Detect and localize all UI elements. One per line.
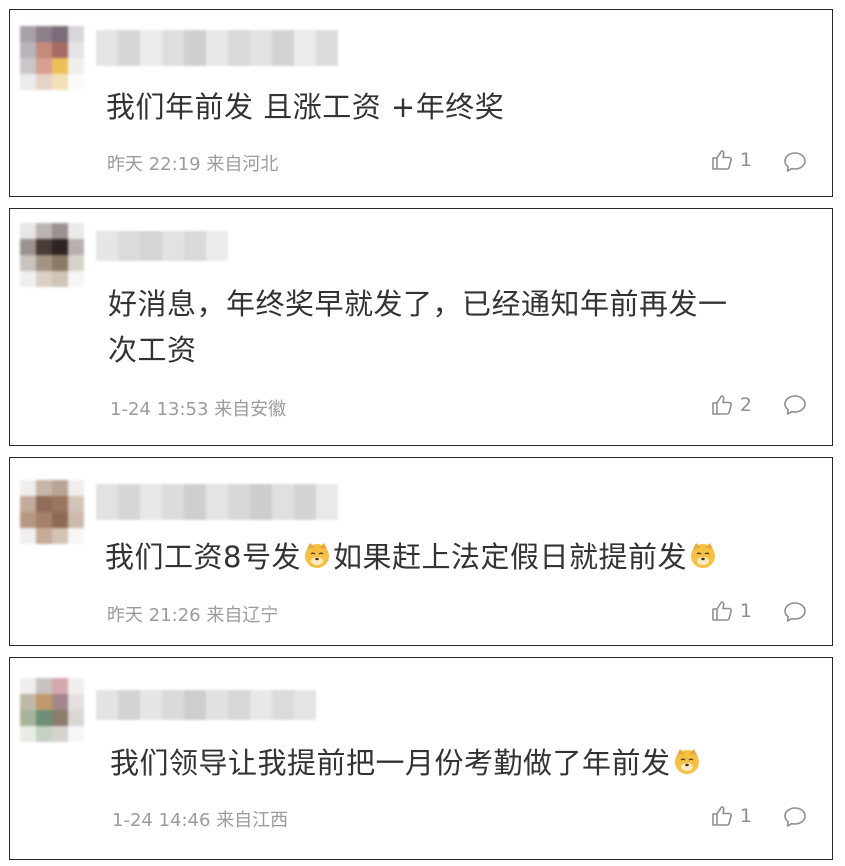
comment-text: 我们领导让我提前把一月份考勤做了年前发 bbox=[110, 740, 703, 786]
like-button[interactable]: 2 bbox=[710, 393, 752, 417]
reply-button[interactable] bbox=[782, 600, 808, 624]
doge-emoji-icon bbox=[302, 537, 332, 568]
like-button[interactable]: 1 bbox=[710, 148, 752, 172]
speech-bubble-icon bbox=[782, 600, 808, 624]
avatar[interactable] bbox=[20, 223, 84, 287]
username[interactable] bbox=[96, 690, 316, 720]
comment-time: 1-24 14:46 bbox=[112, 810, 211, 831]
username[interactable] bbox=[96, 231, 228, 261]
comment-meta: 1-24 13:53 来自安徽 bbox=[110, 395, 286, 421]
comment-location: 来自江西 bbox=[216, 810, 289, 831]
comment-text-line: 次工资 bbox=[108, 333, 197, 367]
like-count: 2 bbox=[739, 394, 752, 416]
comment-text: 我们年前发 且涨工资 +年终奖 bbox=[106, 90, 505, 124]
comment-time: 昨天 21:26 bbox=[107, 605, 201, 626]
comment-time: 1-24 13:53 bbox=[110, 399, 209, 420]
comment-text: 我们工资8号发 如果赶上法定假日就提前发 bbox=[105, 534, 719, 580]
comment-card: 我们工资8号发 如果赶上法定假日就提前发 昨天 21:26 来自辽宁 1 bbox=[9, 457, 833, 646]
avatar[interactable] bbox=[20, 678, 84, 742]
username[interactable] bbox=[96, 30, 338, 66]
comment-text-segment: 我们领导让我提前把一月份考勤做了年前发 bbox=[110, 746, 671, 780]
comment-card: 好消息，年终奖早就发了，已经通知年前再发一 次工资 1-24 13:53 来自安… bbox=[9, 208, 833, 446]
thumbs-up-icon bbox=[710, 599, 734, 623]
avatar[interactable] bbox=[20, 480, 84, 544]
comment-text: 好消息，年终奖早就发了，已经通知年前再发一 次工资 bbox=[108, 281, 808, 373]
thumbs-up-icon bbox=[710, 804, 734, 828]
comment-meta: 昨天 21:26 来自辽宁 bbox=[107, 601, 278, 627]
like-button[interactable]: 1 bbox=[710, 804, 752, 828]
reply-button[interactable] bbox=[782, 805, 808, 829]
comment-text-line: 好消息，年终奖早就发了，已经通知年前再发一 bbox=[108, 287, 728, 321]
thumbs-up-icon bbox=[710, 148, 734, 172]
username[interactable] bbox=[96, 484, 338, 520]
doge-emoji-icon bbox=[688, 537, 718, 568]
speech-bubble-icon bbox=[782, 805, 808, 829]
doge-emoji-icon bbox=[672, 743, 702, 774]
thumbs-up-icon bbox=[710, 393, 734, 417]
comment-text-segment: 我们工资8号发 bbox=[105, 540, 301, 574]
comment-meta: 1-24 14:46 来自江西 bbox=[112, 806, 288, 832]
like-count: 1 bbox=[739, 805, 752, 827]
comment-card: 我们年前发 且涨工资 +年终奖 昨天 22:19 来自河北 1 bbox=[9, 9, 833, 197]
like-button[interactable]: 1 bbox=[710, 599, 752, 623]
comment-location: 来自河北 bbox=[206, 154, 279, 175]
like-count: 1 bbox=[739, 149, 752, 171]
comment-time: 昨天 22:19 bbox=[107, 154, 201, 175]
like-count: 1 bbox=[739, 600, 752, 622]
speech-bubble-icon bbox=[782, 150, 808, 174]
reply-button[interactable] bbox=[782, 393, 808, 417]
comment-location: 来自安徽 bbox=[214, 399, 287, 420]
comment-text-segment: 如果赶上法定假日就提前发 bbox=[332, 540, 687, 574]
speech-bubble-icon bbox=[782, 393, 808, 417]
comment-location: 来自辽宁 bbox=[206, 605, 279, 626]
comment-card: 我们领导让我提前把一月份考勤做了年前发 1-24 14:46 来自江西 1 bbox=[9, 657, 833, 860]
comment-meta: 昨天 22:19 来自河北 bbox=[107, 150, 278, 176]
avatar[interactable] bbox=[20, 26, 84, 90]
reply-button[interactable] bbox=[782, 150, 808, 174]
